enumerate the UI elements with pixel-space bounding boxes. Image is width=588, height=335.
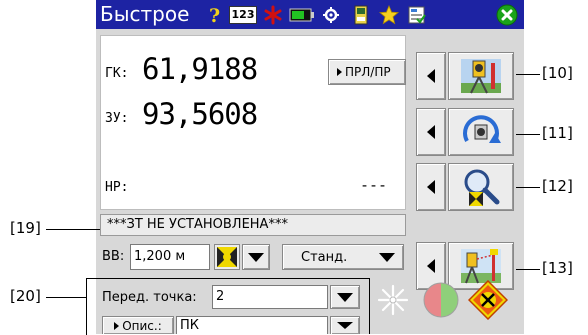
nr-value: ---	[360, 176, 388, 194]
callout-20: [20]	[10, 287, 41, 305]
callout-11: [11]	[542, 124, 573, 142]
callout-line-10	[516, 74, 540, 75]
callout-bracket-top-20	[86, 278, 96, 279]
face-left-right-button[interactable]: ПРЛ/ПР	[328, 59, 406, 85]
front-point-input[interactable]: 2	[212, 285, 328, 309]
callout-line-12	[516, 187, 540, 188]
callout-line-19	[46, 229, 100, 230]
prism-target-icon[interactable]	[214, 244, 240, 270]
checklist-icon[interactable]	[406, 4, 428, 26]
prism-mode-indicator-icon	[467, 279, 509, 321]
side-arrow-button-11[interactable]	[416, 108, 446, 156]
chevron-down-icon	[248, 252, 264, 262]
nr-label: НР:	[105, 180, 129, 195]
description-dropdown[interactable]	[330, 316, 360, 334]
callout-line-11	[516, 134, 540, 135]
vv-label: ВВ:	[102, 249, 125, 264]
chevron-left-icon	[427, 69, 435, 83]
window-title: Быстрое	[100, 2, 190, 26]
instrument-setup-icon	[461, 59, 501, 94]
gk-value: 61,9188	[142, 52, 258, 86]
chevron-down-icon	[337, 292, 353, 302]
front-point-label: Перед. точка:	[102, 290, 197, 305]
side-arrow-button-10[interactable]	[416, 52, 446, 100]
front-point-dropdown[interactable]	[330, 285, 360, 309]
description-button[interactable]: Опис.:	[102, 316, 174, 334]
status-message: ***ЗТ НЕ УСТАНОВЛЕНА***	[100, 214, 406, 236]
search-target-icon	[464, 169, 500, 206]
vv-height-input[interactable]: 1,200 м	[130, 244, 210, 270]
memory-card-icon[interactable]	[350, 4, 372, 26]
callout-12: [12]	[542, 177, 573, 195]
chevron-down-icon	[337, 322, 353, 329]
chevron-left-icon	[427, 125, 435, 139]
play-arrow-icon	[337, 68, 342, 76]
callout-10: [10]	[542, 64, 573, 82]
chevron-left-icon	[427, 180, 435, 194]
settings-gear-icon[interactable]	[320, 4, 342, 26]
callout-13: [13]	[542, 259, 573, 277]
callout-bracket-20	[86, 278, 87, 335]
play-arrow-icon	[114, 321, 120, 330]
rotate-instrument-button[interactable]	[448, 108, 514, 156]
callout-19: [19]	[10, 219, 41, 237]
zu-value: 93,5608	[142, 97, 258, 131]
prism-type-select[interactable]: Станд.	[282, 244, 404, 270]
zu-label: ЗУ:	[105, 111, 129, 126]
rotate-instrument-icon	[463, 115, 501, 143]
close-icon[interactable]	[496, 4, 518, 26]
callout-line-20	[46, 297, 86, 298]
callout-line-13	[516, 269, 540, 270]
gk-label: ГК:	[105, 66, 129, 81]
guide-light-indicator-icon	[422, 281, 460, 319]
keypad-123-icon[interactable]: 123	[228, 4, 258, 26]
svg-text:?: ?	[209, 5, 220, 25]
favorites-star-icon[interactable]	[378, 4, 400, 26]
laser-asterisk-icon[interactable]	[262, 4, 284, 26]
side-arrow-button-12[interactable]	[416, 163, 446, 211]
help-icon[interactable]: ?	[204, 4, 226, 26]
battery-icon	[288, 4, 316, 26]
search-target-button[interactable]	[448, 163, 514, 211]
instrument-setup-button[interactable]	[448, 52, 514, 100]
target-dropdown-button[interactable]	[242, 244, 270, 270]
chevron-left-icon	[427, 259, 435, 273]
chevron-down-icon	[379, 252, 395, 262]
description-input[interactable]: ПК	[176, 316, 328, 334]
laser-indicator-icon	[376, 283, 410, 317]
